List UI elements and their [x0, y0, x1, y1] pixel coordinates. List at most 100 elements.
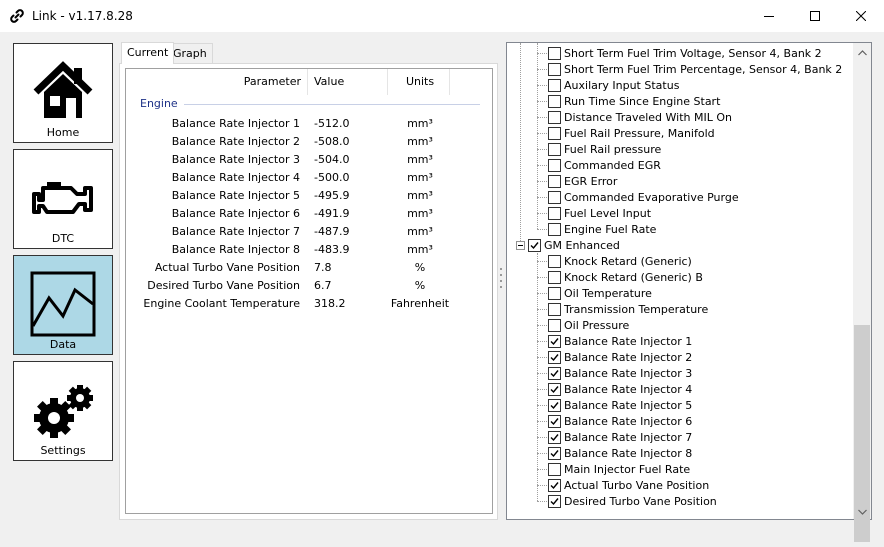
tree-checkbox[interactable] [548, 111, 561, 124]
tree-connector [537, 149, 547, 150]
tree-checkbox[interactable] [548, 63, 561, 76]
maximize-icon [810, 11, 820, 21]
nav-home-button[interactable]: Home [13, 43, 113, 143]
tree-item-label: Engine Fuel Rate [564, 223, 657, 236]
nav-data-label: Data [49, 338, 77, 351]
tree-checkbox[interactable] [548, 447, 561, 460]
chart-icon [30, 271, 96, 337]
table-row[interactable]: Desired Turbo Vane Position 6.7% [126, 277, 492, 295]
tree-checkbox[interactable] [548, 399, 561, 412]
tree-checkbox[interactable] [548, 335, 561, 348]
nav-dtc-button[interactable]: DTC [13, 149, 113, 249]
nav-settings-button[interactable]: Settings [13, 361, 113, 461]
tree-connector [537, 133, 547, 134]
tree-checkbox[interactable] [528, 239, 541, 252]
tree-item-label: Balance Rate Injector 4 [564, 383, 693, 396]
tree-item-label: Fuel Rail pressure [564, 143, 662, 156]
tree-checkbox[interactable] [548, 255, 561, 268]
tree-checkbox[interactable] [548, 367, 561, 380]
tree-checkbox[interactable] [548, 95, 561, 108]
table-row[interactable]: Balance Rate Injector 7 -487.9 mm³ [126, 223, 492, 241]
tree-scrollbar[interactable] [853, 43, 871, 542]
table-row[interactable]: Balance Rate Injector 5 -495.9 mm³ [126, 187, 492, 205]
tree-connector [537, 421, 547, 422]
nav-settings-label: Settings [40, 444, 86, 457]
tree-checkbox[interactable] [548, 351, 561, 364]
group-engine-title: Engine [140, 97, 178, 110]
tree-item-label: Desired Turbo Vane Position [564, 495, 717, 508]
tree-checkbox[interactable] [548, 191, 561, 204]
tree-checkbox[interactable] [548, 383, 561, 396]
units-cell: % [414, 279, 426, 292]
tree-connector [537, 485, 547, 486]
tree-connector [537, 261, 547, 262]
table-row[interactable]: Engine Coolant Temperature 318.2 Fahrenhei… [126, 295, 492, 313]
tree-checkbox[interactable] [548, 207, 561, 220]
tree-connector [537, 117, 547, 118]
tree-checkbox[interactable] [548, 287, 561, 300]
header-value[interactable]: Value [314, 75, 344, 88]
tree-checkbox[interactable] [548, 175, 561, 188]
parameter-cell: Balance Rate Injector 3 [171, 153, 300, 166]
tree-checkbox[interactable] [548, 415, 561, 428]
tree-checkbox[interactable] [548, 127, 561, 140]
value-cell: -495.9 [314, 189, 350, 202]
tree-item-label: Commanded Evaporative Purge [564, 191, 739, 204]
tree-item-label: Short Term Fuel Trim Percentage, Sensor … [564, 63, 843, 76]
units-cell: Fahrenheit [390, 297, 450, 310]
group-divider [184, 104, 480, 105]
tree-connector [537, 325, 547, 326]
table-row[interactable]: Balance Rate Injector 6 -491.9 mm³ [126, 205, 492, 223]
table-row[interactable]: Balance Rate Injector 4 -500.0 mm³ [126, 169, 492, 187]
tree-checkbox[interactable] [548, 159, 561, 172]
tree-checkbox[interactable] [548, 495, 561, 508]
tree-checkbox[interactable] [548, 479, 561, 492]
nav-home-label: Home [46, 126, 80, 139]
units-cell: mm³ [407, 135, 433, 148]
tree-checkbox[interactable] [548, 271, 561, 284]
value-cell: -491.9 [314, 207, 350, 220]
data-grid: Parameter Value Units Engine Balance Rat… [125, 68, 493, 514]
value-cell: -512.0 [314, 117, 350, 130]
parameter-cell: Actual Turbo Vane Position [154, 261, 300, 274]
collapse-toggle[interactable] [516, 241, 525, 250]
tree-checkbox[interactable] [548, 431, 561, 444]
header-parameter[interactable]: Parameter [244, 75, 301, 88]
tree-checkbox[interactable] [548, 143, 561, 156]
header-units[interactable]: Units [388, 75, 452, 88]
tree-item-label: Transmission Temperature [564, 303, 709, 316]
minimize-button[interactable] [746, 0, 792, 32]
home-icon [33, 61, 93, 118]
tab-current[interactable]: Current [121, 42, 175, 64]
value-cell: -500.0 [314, 171, 350, 184]
tree-checkbox[interactable] [548, 463, 561, 476]
tree-item-label: Balance Rate Injector 8 [564, 447, 693, 460]
units-cell: mm³ [407, 243, 433, 256]
table-row[interactable]: Actual Turbo Vane Position 7.8% [126, 259, 492, 277]
link-icon [9, 8, 25, 24]
close-button[interactable] [838, 0, 884, 32]
scroll-down-button[interactable] [853, 502, 871, 519]
table-row[interactable]: Balance Rate Injector 1 -512.0 mm³ [126, 115, 492, 133]
value-cell: -508.0 [314, 135, 350, 148]
value-cell: -504.0 [314, 153, 350, 166]
tree-checkbox[interactable] [548, 303, 561, 316]
tree-item-label: Fuel Level Input [564, 207, 652, 220]
table-row[interactable]: Balance Rate Injector 3 -504.0 mm³ [126, 151, 492, 169]
parameter-cell: Balance Rate Injector 5 [171, 189, 300, 202]
table-row[interactable]: Balance Rate Injector 8 -483.9 mm³ [126, 241, 492, 259]
nav-data-button[interactable]: Data [13, 255, 113, 355]
tree-checkbox[interactable] [548, 79, 561, 92]
maximize-button[interactable] [792, 0, 838, 32]
tree-connector [537, 197, 547, 198]
table-row[interactable]: Balance Rate Injector 2 -508.0 mm³ [126, 133, 492, 151]
tree-item-label: EGR Error [564, 175, 618, 188]
minimize-icon [764, 11, 774, 21]
panel-splitter[interactable] [500, 268, 503, 298]
scroll-up-button[interactable] [853, 43, 871, 60]
units-cell: mm³ [407, 189, 433, 202]
tree-checkbox[interactable] [548, 319, 561, 332]
tree-checkbox[interactable] [548, 223, 561, 236]
tree-checkbox[interactable] [548, 47, 561, 60]
parameter-cell: Desired Turbo Vane Position [147, 279, 300, 292]
